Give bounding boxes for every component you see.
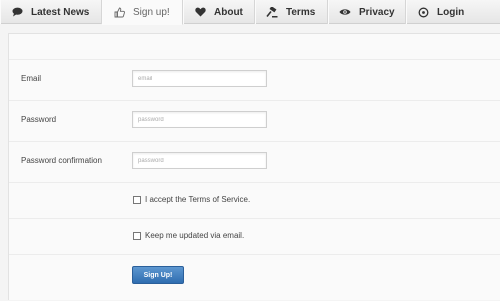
power-icon — [417, 6, 429, 18]
form-row-actions — [9, 254, 500, 301]
terms-checkbox[interactable] — [133, 196, 141, 204]
form-row-updates: Keep me updated via email. — [9, 218, 500, 254]
tab-label: Latest News — [31, 6, 90, 18]
tab-about[interactable]: About — [183, 0, 255, 24]
speech-bubble-icon — [11, 6, 23, 18]
tab-label: Terms — [286, 6, 316, 18]
signup-panel: Email Password Password confirmation I a… — [8, 33, 500, 300]
form-row-email: Email — [9, 59, 500, 100]
form-row-password: Password — [9, 100, 500, 141]
tab-latest-news[interactable]: Latest News — [0, 0, 102, 24]
password-field[interactable] — [132, 111, 267, 128]
updates-checkbox[interactable] — [133, 232, 141, 240]
tab-privacy[interactable]: Privacy — [328, 0, 406, 24]
form-row-terms: I accept the Terms of Service. — [9, 182, 500, 218]
sign-up-button[interactable]: Sign Up! — [132, 266, 184, 284]
form-row-password-confirmation: Password confirmation — [9, 141, 500, 182]
tab-bar: Latest News Sign up! About Terms Privacy… — [0, 0, 500, 25]
tab-sign-up[interactable]: Sign up! — [102, 0, 183, 25]
gavel-icon — [266, 6, 278, 18]
terms-label[interactable]: I accept the Terms of Service. — [145, 195, 250, 204]
tab-label: About — [214, 6, 243, 18]
password-confirmation-field[interactable] — [132, 152, 267, 169]
heart-icon — [194, 6, 206, 18]
updates-label[interactable]: Keep me updated via email. — [145, 231, 244, 240]
tab-label: Sign up! — [133, 6, 170, 18]
thumbs-up-icon — [113, 6, 125, 18]
tab-label: Login — [437, 6, 465, 18]
tab-label: Privacy — [359, 6, 395, 18]
email-field[interactable] — [132, 70, 267, 87]
tab-terms[interactable]: Terms — [255, 0, 328, 24]
password-label: Password — [21, 115, 57, 124]
password-confirmation-label: Password confirmation — [21, 156, 102, 165]
tab-login[interactable]: Login — [406, 0, 500, 24]
eye-icon — [339, 6, 351, 18]
email-label: Email — [21, 74, 42, 83]
